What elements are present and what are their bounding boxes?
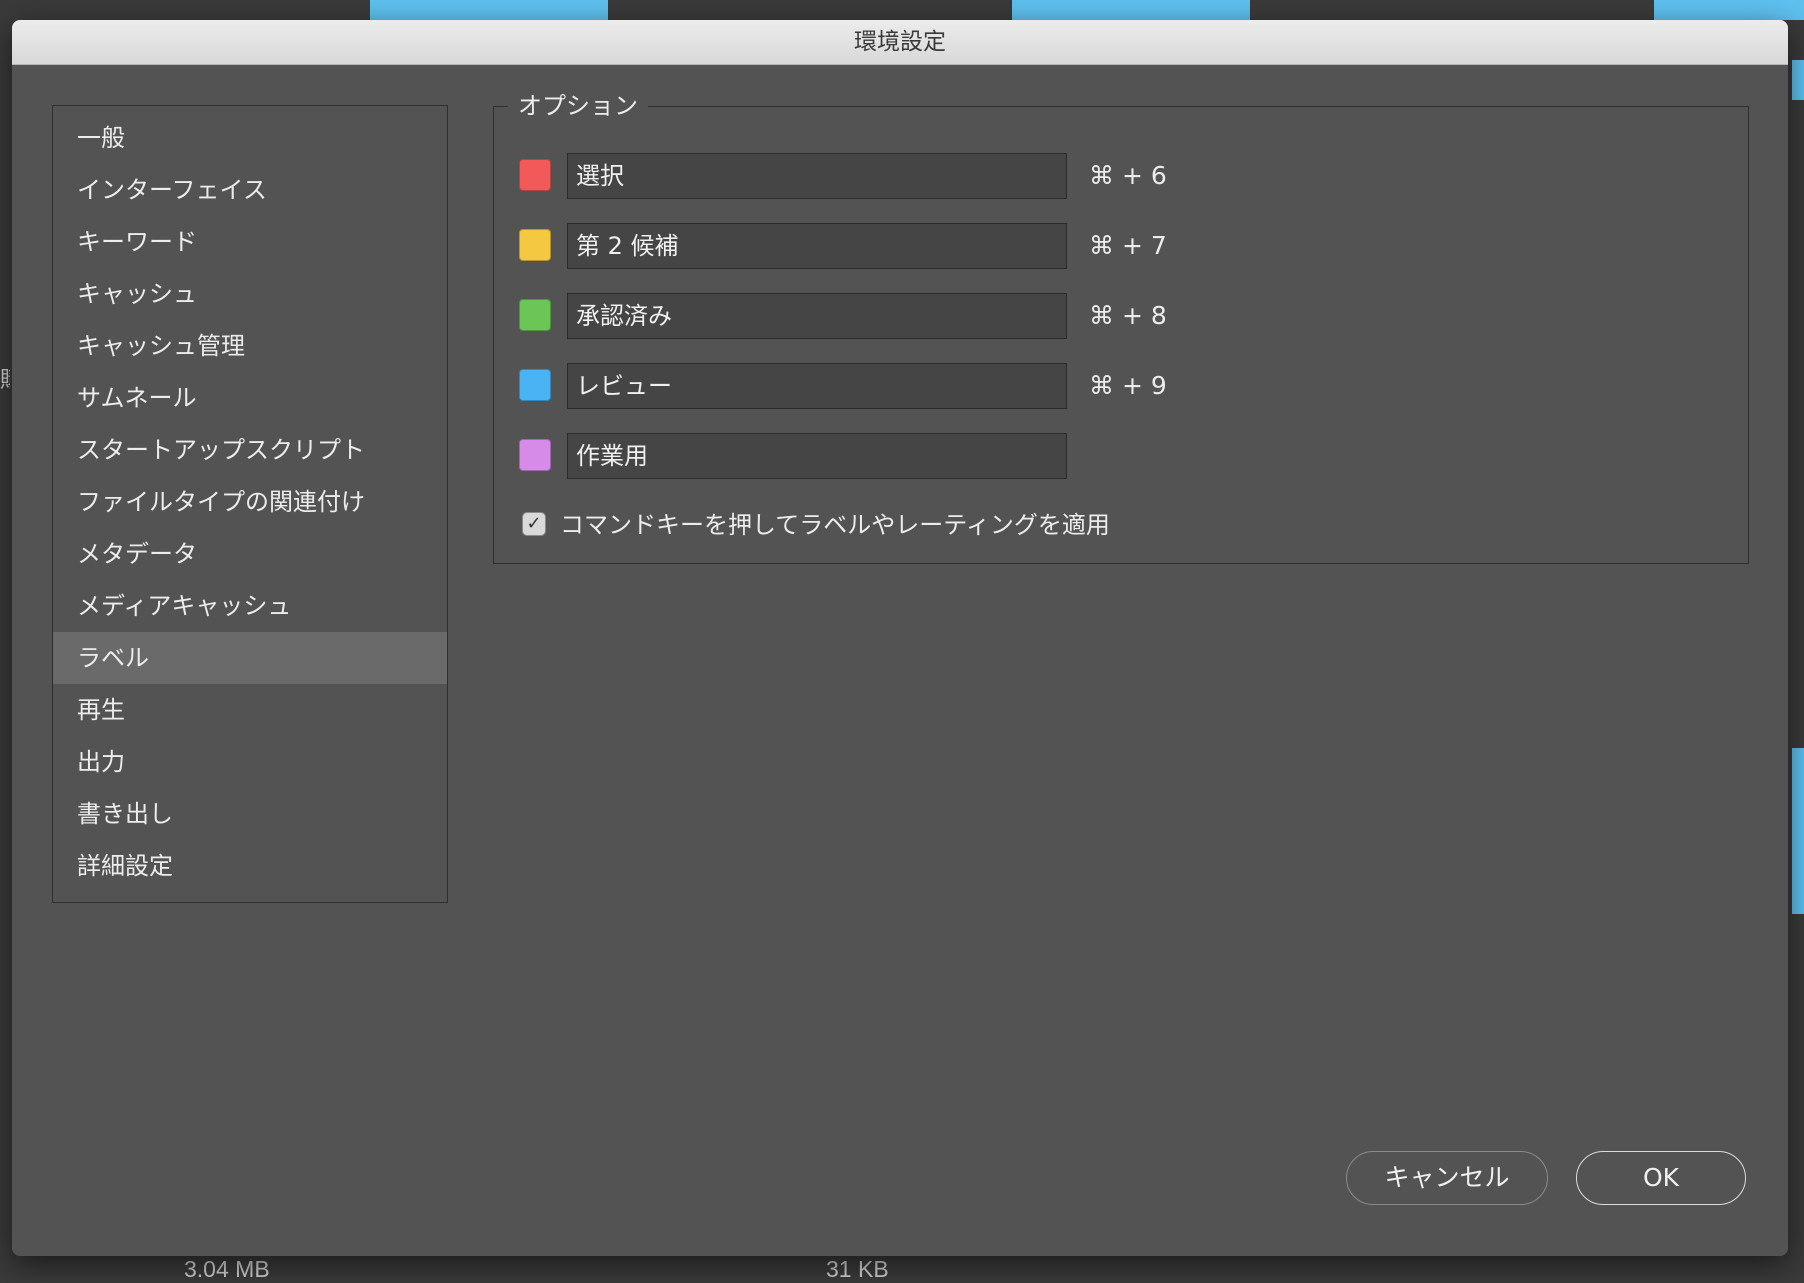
- label-name-field[interactable]: 作業用: [567, 433, 1067, 479]
- sidebar-item-cache-management[interactable]: キャッシュ管理: [53, 320, 447, 372]
- background-thumbnail-strip: [1654, 0, 1804, 20]
- command-key-checkbox[interactable]: ✓: [522, 512, 546, 536]
- label-row: 第 2 候補 ⌘ + 7: [519, 223, 1199, 269]
- background-thumbnail-strip: [1012, 0, 1250, 20]
- options-group-legend: オプション: [508, 89, 648, 123]
- label-row: 承認済み ⌘ + 8: [519, 293, 1199, 339]
- sidebar-item-export[interactable]: 書き出し: [53, 788, 447, 840]
- background-file-size: 3.04 MB: [184, 1256, 270, 1283]
- sidebar-item-cache[interactable]: キャッシュ: [53, 268, 447, 320]
- options-group: オプション 選択 ⌘ + 6 第 2 候補 ⌘ + 7 承認済み ⌘ + 8 レ…: [493, 106, 1749, 564]
- label-color-swatch: [519, 369, 551, 401]
- sidebar-item-advanced[interactable]: 詳細設定: [53, 840, 447, 892]
- label-row: 作業用: [519, 433, 1199, 479]
- sidebar-item-interface[interactable]: インターフェイス: [53, 164, 447, 216]
- sidebar-item-startup-scripts[interactable]: スタートアップスクリプト: [53, 424, 447, 476]
- label-shortcut: ⌘ + 6: [1089, 153, 1167, 199]
- label-color-swatch: [519, 299, 551, 331]
- background-thumbnail-strip: [370, 0, 608, 20]
- cancel-button[interactable]: キャンセル: [1346, 1151, 1548, 1205]
- sidebar-item-output[interactable]: 出力: [53, 736, 447, 788]
- preferences-sidebar: 一般 インターフェイス キーワード キャッシュ キャッシュ管理 サムネール スタ…: [52, 105, 448, 903]
- sidebar-item-media-cache[interactable]: メディアキャッシュ: [53, 580, 447, 632]
- label-shortcut: ⌘ + 9: [1089, 363, 1167, 409]
- sidebar-item-thumbnails[interactable]: サムネール: [53, 372, 447, 424]
- sidebar-item-file-type-associations[interactable]: ファイルタイプの関連付け: [53, 476, 447, 528]
- dialog-title: 環境設定: [12, 20, 1788, 65]
- sidebar-item-metadata[interactable]: メタデータ: [53, 528, 447, 580]
- sidebar-item-playback[interactable]: 再生: [53, 684, 447, 736]
- label-name-field[interactable]: 選択: [567, 153, 1067, 199]
- label-shortcut: ⌘ + 7: [1089, 223, 1167, 269]
- label-name-field[interactable]: 第 2 候補: [567, 223, 1067, 269]
- background-file-size: 31 KB: [826, 1256, 889, 1283]
- command-key-checkbox-label[interactable]: コマンドキーを押してラベルやレーティングを適用: [560, 510, 1110, 540]
- label-name-field[interactable]: 承認済み: [567, 293, 1067, 339]
- background-thumbnail-edge: [1792, 60, 1804, 100]
- background-edge-text: 購: [0, 362, 10, 394]
- label-color-swatch: [519, 439, 551, 471]
- label-row: 選択 ⌘ + 6: [519, 153, 1199, 199]
- sidebar-item-keywords[interactable]: キーワード: [53, 216, 447, 268]
- sidebar-item-labels[interactable]: ラベル: [53, 632, 447, 684]
- background-thumbnail-edge: [1792, 748, 1804, 914]
- label-color-swatch: [519, 159, 551, 191]
- label-name-field[interactable]: レビュー: [567, 363, 1067, 409]
- label-shortcut: ⌘ + 8: [1089, 293, 1167, 339]
- label-row: レビュー ⌘ + 9: [519, 363, 1199, 409]
- sidebar-item-general[interactable]: 一般: [53, 112, 447, 164]
- label-color-swatch: [519, 229, 551, 261]
- ok-button[interactable]: OK: [1576, 1151, 1746, 1205]
- preferences-dialog: 環境設定 一般 インターフェイス キーワード キャッシュ キャッシュ管理 サムネ…: [12, 20, 1788, 1256]
